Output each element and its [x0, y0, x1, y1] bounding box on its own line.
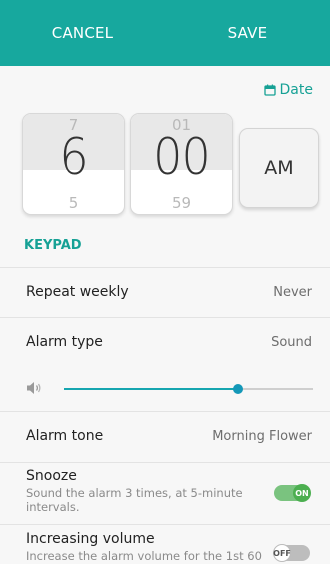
date-button[interactable]: Date [263, 82, 313, 98]
alarm-type-row[interactable]: Alarm type Sound [26, 334, 312, 350]
date-label: Date [279, 82, 313, 98]
cancel-button[interactable]: CANCEL [0, 0, 165, 66]
snooze-title: Snooze [26, 468, 77, 484]
alarm-type-value: Sound [271, 334, 312, 350]
top-action-bar: CANCEL SAVE [0, 0, 330, 66]
snooze-description: Sound the alarm 3 times, at 5-minute int… [26, 486, 243, 514]
hour-next[interactable]: 5 [23, 194, 124, 212]
snooze-toggle-knob: ON [293, 484, 311, 502]
increasing-volume-title: Increasing volume [26, 531, 155, 547]
alarm-tone-label: Alarm tone [26, 428, 104, 444]
repeat-weekly-value: Never [273, 284, 312, 300]
repeat-weekly-row[interactable]: Repeat weekly Never [26, 284, 312, 300]
volume-thumb[interactable] [233, 384, 244, 394]
minute-picker[interactable]: 01 00 59 [130, 113, 233, 215]
am-pm-toggle[interactable]: AM [239, 128, 319, 208]
volume-fill [64, 388, 239, 390]
increasing-volume-toggle-knob: OFF [273, 544, 291, 562]
alarm-tone-row[interactable]: Alarm tone Morning Flower [26, 428, 312, 444]
repeat-weekly-label: Repeat weekly [26, 284, 129, 300]
increasing-volume-toggle[interactable]: OFF [273, 544, 310, 562]
minute-current[interactable]: 00 [135, 128, 228, 186]
speaker-icon [27, 382, 41, 394]
hour-picker[interactable]: 7 6 5 [22, 113, 125, 215]
divider [0, 267, 330, 268]
increasing-volume-row[interactable]: Increasing volume Increase the alarm vol… [26, 531, 312, 563]
hour-current[interactable]: 6 [27, 128, 120, 186]
volume-slider[interactable] [26, 378, 316, 398]
divider [0, 411, 330, 412]
snooze-row[interactable]: Snooze Sound the alarm 3 times, at 5-min… [26, 468, 312, 514]
keypad-button[interactable]: KEYPAD [24, 238, 82, 253]
minute-next[interactable]: 59 [131, 194, 232, 212]
calendar-icon [263, 84, 276, 96]
divider [0, 524, 330, 525]
divider [0, 462, 330, 463]
increasing-volume-description: Increase the alarm volume for the 1st 60 [26, 549, 262, 563]
save-button[interactable]: SAVE [165, 0, 330, 66]
alarm-tone-value: Morning Flower [212, 428, 312, 444]
divider [0, 317, 330, 318]
volume-track[interactable] [64, 384, 313, 394]
alarm-type-label: Alarm type [26, 334, 103, 350]
snooze-toggle[interactable]: ON [274, 484, 311, 502]
